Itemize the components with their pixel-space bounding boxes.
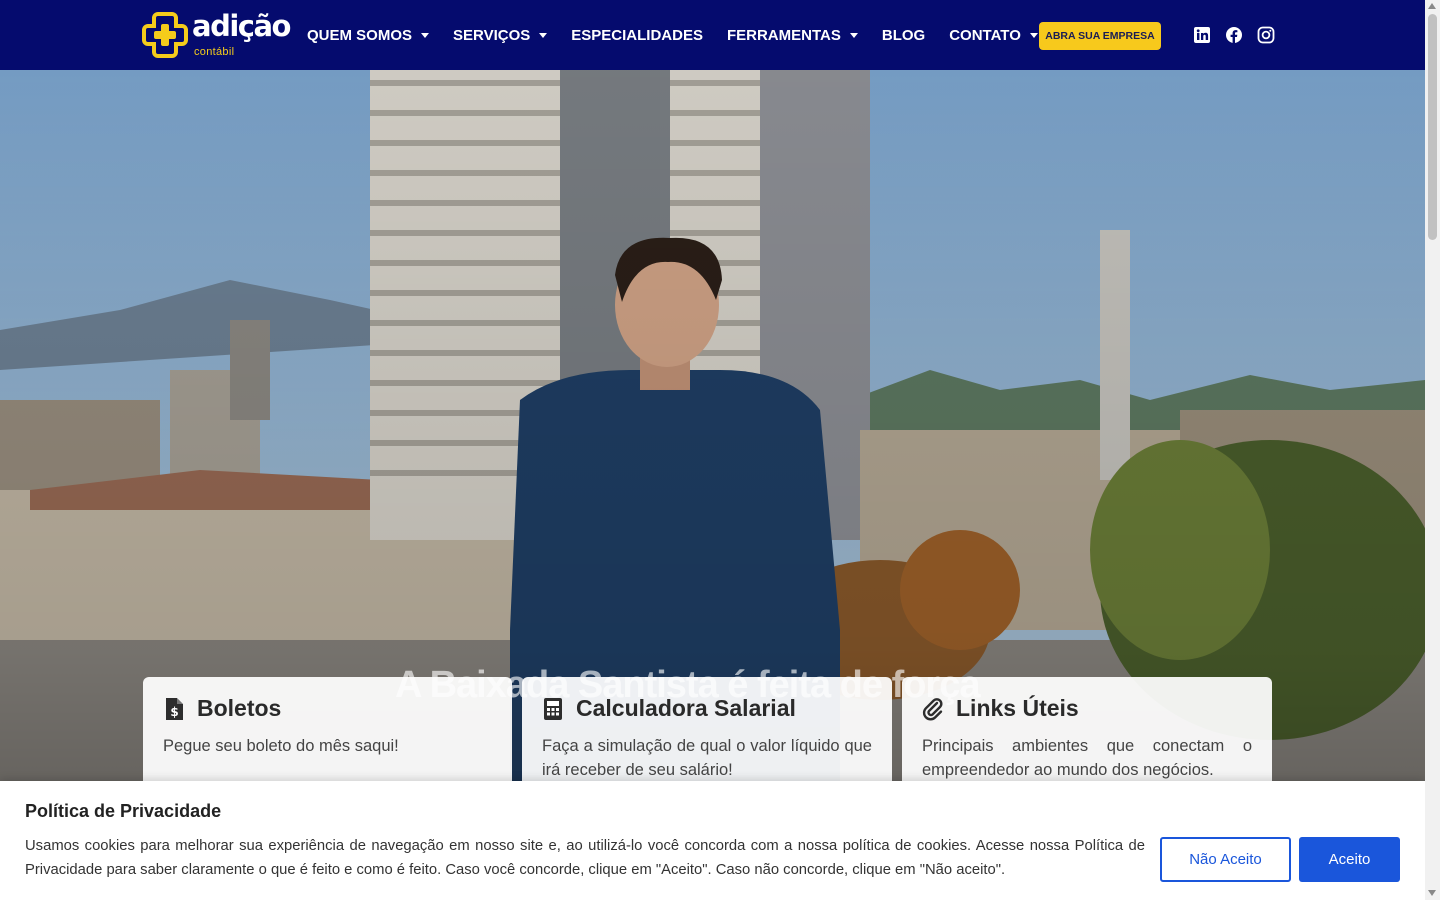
cookie-text-after: para saber claramente o que é feito e co…: [102, 862, 1006, 878]
card-title: Boletos: [197, 695, 282, 721]
calculator-icon: [544, 697, 562, 720]
card-title-row: $ Boletos: [163, 695, 492, 722]
accept-cookies-button[interactable]: Aceito: [1299, 837, 1400, 882]
caret-down-icon: [539, 32, 548, 38]
logo-subtitle: contábil: [194, 46, 235, 58]
paperclip-icon: [922, 697, 943, 720]
nav-item-ferramentas[interactable]: FERRAMENTAS: [727, 27, 858, 44]
nav-item-especialidades[interactable]: ESPECIALIDADES: [571, 27, 703, 44]
scroll-down-arrow-icon[interactable]: [1428, 890, 1436, 896]
open-company-button[interactable]: ABRA SUA EMPRESA: [1039, 22, 1161, 50]
main-nav: QUEM SOMOS SERVIÇOS ESPECIALIDADES FERRA…: [307, 0, 1062, 70]
nav-label: QUEM SOMOS: [307, 26, 413, 44]
nav-label: BLOG: [881, 26, 926, 44]
logo-cross-icon: [142, 12, 188, 58]
nav-label: FERRAMENTAS: [726, 26, 841, 44]
svg-text:$: $: [170, 705, 178, 719]
scroll-thumb[interactable]: [1428, 14, 1437, 240]
card-description: Principais ambientes que conectam o empr…: [922, 737, 1252, 779]
caret-down-icon: [1029, 32, 1038, 38]
cookie-title: Política de Privacidade: [25, 801, 222, 821]
site-header: adição contábil QUEM SOMOS SERVIÇOS ESPE…: [0, 0, 1425, 70]
page-scrollbar[interactable]: [1425, 0, 1440, 900]
cookie-consent-banner: Política de Privacidade Usamos cookies p…: [0, 781, 1425, 900]
card-title-row: Links Úteis: [922, 695, 1252, 722]
cookie-text-before: Usamos cookies para melhorar sua experiê…: [25, 838, 1075, 854]
logo-wordmark: adição: [192, 9, 291, 43]
brand-logo[interactable]: adição contábil: [142, 9, 292, 59]
nav-label: SERVIÇOS: [453, 26, 531, 44]
nav-item-blog[interactable]: BLOG: [882, 27, 925, 44]
card-title: Calculadora Salarial: [576, 695, 796, 721]
cookie-message: Usamos cookies para melhorar sua experiê…: [25, 834, 1145, 882]
facebook-icon[interactable]: [1225, 26, 1243, 44]
nav-item-quem-somos[interactable]: QUEM SOMOS: [307, 26, 430, 44]
card-title-row: Calculadora Salarial: [542, 695, 872, 722]
linkedin-icon[interactable]: [1193, 26, 1211, 44]
nav-label: ESPECIALIDADES: [571, 26, 703, 44]
instagram-icon[interactable]: [1257, 26, 1275, 44]
reject-cookies-button[interactable]: Não Aceito: [1160, 837, 1291, 882]
nav-label: CONTATO: [949, 26, 1021, 44]
invoice-dollar-icon: $: [166, 697, 183, 720]
card-description: Pegue seu boleto do mês saqui!: [163, 737, 399, 755]
scroll-up-arrow-icon[interactable]: [1428, 3, 1436, 9]
caret-down-icon: [849, 32, 858, 38]
nav-item-contato[interactable]: CONTATO: [949, 27, 1038, 44]
card-title: Links Úteis: [956, 695, 1079, 721]
card-description: Faça a simulação de qual o valor líquido…: [542, 737, 872, 779]
nav-item-servicos[interactable]: SERVIÇOS: [453, 26, 548, 44]
caret-down-icon: [421, 32, 430, 38]
